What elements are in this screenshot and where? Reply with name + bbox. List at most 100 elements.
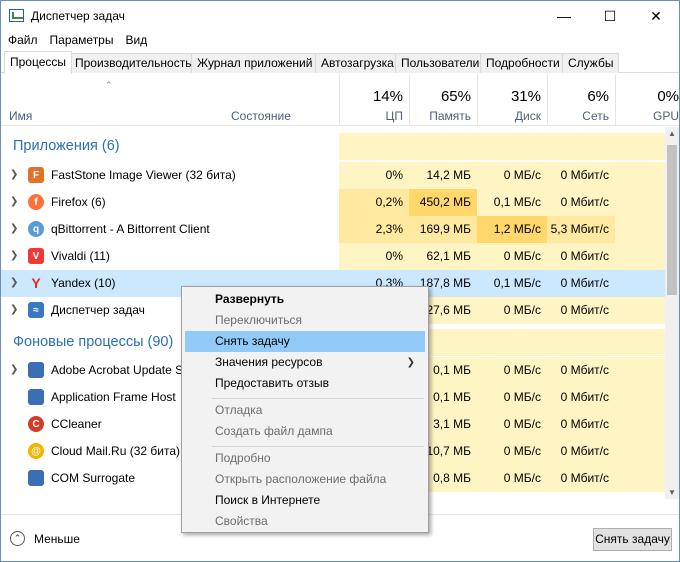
process-disk: 0 МБ/с: [477, 465, 547, 492]
process-name: COM Surrogate: [51, 471, 136, 485]
menu-item-create-dump: Создать файл дампа: [215, 424, 333, 438]
tab-startup[interactable]: Автозагрузка: [315, 53, 400, 73]
process-network: 5,3 Мбит/с: [547, 216, 615, 243]
process-name: Vivaldi (11): [51, 249, 110, 263]
firefox-icon: f: [28, 194, 44, 210]
process-name: qBittorrent - A Bittorrent Client: [51, 222, 210, 236]
menu-item-debug: Отладка: [215, 403, 263, 417]
header-network[interactable]: 6% Сеть: [547, 74, 615, 125]
menu-item-properties: Свойства: [215, 514, 268, 528]
faststone-icon: F: [28, 167, 44, 183]
header-disk-label: Диск: [514, 109, 541, 123]
process-cpu: 2,3%: [339, 216, 409, 243]
scrollbar-thumb[interactable]: [667, 145, 677, 295]
header-state[interactable]: Состояние: [231, 109, 291, 123]
tab-processes[interactable]: Процессы: [4, 51, 73, 74]
process-disk: 1,2 МБ/с: [477, 216, 547, 243]
group-row-apps: Приложения (6): [1, 133, 665, 160]
chevron-right-icon[interactable]: ❯: [10, 364, 18, 375]
group-background-label: Фоновые процессы (90): [13, 334, 174, 350]
process-memory: 169,9 МБ: [409, 216, 477, 243]
chevron-up-icon[interactable]: ⌃: [10, 531, 25, 546]
menu-file[interactable]: Файл: [1, 31, 44, 49]
sort-ascending-icon: ⌃: [105, 80, 113, 90]
menu-item-resource-values[interactable]: Значения ресурсов ❯: [185, 352, 425, 373]
menu-item-search-online[interactable]: Поиск в Интернете: [185, 490, 425, 511]
fewer-details-link[interactable]: Меньше: [34, 532, 80, 546]
menu-separator: [212, 446, 424, 447]
menu-options[interactable]: Параметры: [44, 31, 120, 49]
process-network: 0 Мбит/с: [547, 162, 615, 189]
process-row[interactable]: ❯ F FastStone Image Viewer (32 бита) 0% …: [1, 162, 665, 189]
menu-item-open-file-location: Открыть расположение файла: [215, 472, 387, 486]
chevron-right-icon[interactable]: ❯: [10, 250, 18, 261]
end-task-button[interactable]: Снять задачу: [593, 528, 672, 551]
header-name[interactable]: Имя: [9, 109, 32, 123]
task-manager-window: Диспетчер задач — ☐ ✕ Файл Параметры Вид…: [0, 0, 680, 562]
process-network: 0 Мбит/с: [547, 357, 615, 384]
chevron-right-icon[interactable]: ❯: [10, 196, 18, 207]
header-network-label: Сеть: [582, 109, 609, 123]
process-disk: 0 МБ/с: [477, 243, 547, 270]
menu-item-details: Подробно: [215, 451, 271, 465]
header-memory[interactable]: 65% Память: [409, 74, 477, 125]
acrobat-update-icon: [28, 362, 44, 378]
tab-app-history[interactable]: Журнал приложений: [191, 53, 319, 73]
process-disk: 0 МБ/с: [477, 411, 547, 438]
menu-view[interactable]: Вид: [119, 31, 153, 49]
tab-services[interactable]: Службы: [562, 53, 620, 73]
tab-performance[interactable]: Производительность: [69, 53, 198, 73]
header-memory-label: Память: [429, 109, 471, 123]
maximize-button[interactable]: ☐: [587, 1, 633, 31]
chevron-right-icon: ❯: [406, 357, 415, 368]
header-gpu[interactable]: 0% GPU: [615, 74, 679, 125]
process-row[interactable]: ❯ q qBittorrent - A Bittorrent Client 2,…: [1, 216, 665, 243]
process-disk: 0 МБ/с: [477, 297, 547, 324]
header-disk[interactable]: 31% Диск: [477, 74, 547, 125]
process-memory: 62,1 МБ: [409, 243, 477, 270]
task-manager-icon: ≈: [28, 302, 44, 318]
scroll-up-icon[interactable]: ▲: [665, 129, 679, 138]
process-row[interactable]: ❯ V Vivaldi (11) 0% 62,1 МБ 0 МБ/с 0 Мби…: [1, 243, 665, 270]
process-network: 0 Мбит/с: [547, 384, 615, 411]
chevron-right-icon[interactable]: ❯: [10, 223, 18, 234]
process-disk: 0 МБ/с: [477, 384, 547, 411]
yandex-icon: Y: [31, 275, 41, 291]
tab-details[interactable]: Подробности: [480, 53, 566, 73]
process-row[interactable]: ❯ f Firefox (6) 0,2% 450,2 МБ 0,1 МБ/с 0…: [1, 189, 665, 216]
menu-item-feedback[interactable]: Предоставить отзыв: [185, 373, 425, 394]
vivaldi-icon: V: [28, 248, 44, 264]
tab-users[interactable]: Пользователи: [395, 53, 486, 73]
group-apps-label: Приложения (6): [13, 138, 120, 154]
process-disk: 0 МБ/с: [477, 438, 547, 465]
process-disk: 0,1 МБ/с: [477, 189, 547, 216]
process-disk: 0 МБ/с: [477, 162, 547, 189]
ccleaner-icon: C: [28, 416, 44, 432]
process-network: 0 Мбит/с: [547, 411, 615, 438]
chevron-right-icon[interactable]: ❯: [10, 304, 18, 315]
close-button[interactable]: ✕: [633, 1, 679, 31]
menu-bar: Файл Параметры Вид: [1, 31, 153, 49]
scroll-down-icon[interactable]: ▼: [665, 488, 679, 497]
menu-item-label: Значения ресурсов: [215, 355, 323, 369]
process-name: Yandex (10): [51, 276, 116, 290]
vertical-scrollbar[interactable]: ▲ ▼: [665, 127, 679, 499]
process-name: FastStone Image Viewer (32 бита): [51, 168, 236, 182]
process-name: Cloud Mail.Ru (32 бита): [51, 444, 180, 458]
qbittorrent-icon: q: [28, 221, 44, 237]
menu-item-end-task[interactable]: Снять задачу: [185, 331, 425, 352]
chevron-right-icon[interactable]: ❯: [10, 277, 18, 288]
menu-item-expand[interactable]: Развернуть: [185, 289, 425, 310]
title-bar: Диспетчер задач — ☐ ✕: [1, 1, 679, 31]
header-disk-pct: 31%: [510, 88, 541, 105]
tab-strip: Процессы Производительность Журнал прило…: [1, 51, 679, 74]
minimize-button[interactable]: —: [541, 1, 587, 31]
header-cpu[interactable]: 14% ЦП: [339, 74, 409, 125]
process-network: 0 Мбит/с: [547, 243, 615, 270]
process-network: 0 Мбит/с: [547, 297, 615, 324]
menu-separator: [212, 398, 424, 399]
header-gpu-pct: 0%: [657, 88, 679, 105]
chevron-right-icon[interactable]: ❯: [10, 169, 18, 180]
process-memory: 450,2 МБ: [409, 189, 477, 216]
process-name: Firefox (6): [51, 195, 106, 209]
